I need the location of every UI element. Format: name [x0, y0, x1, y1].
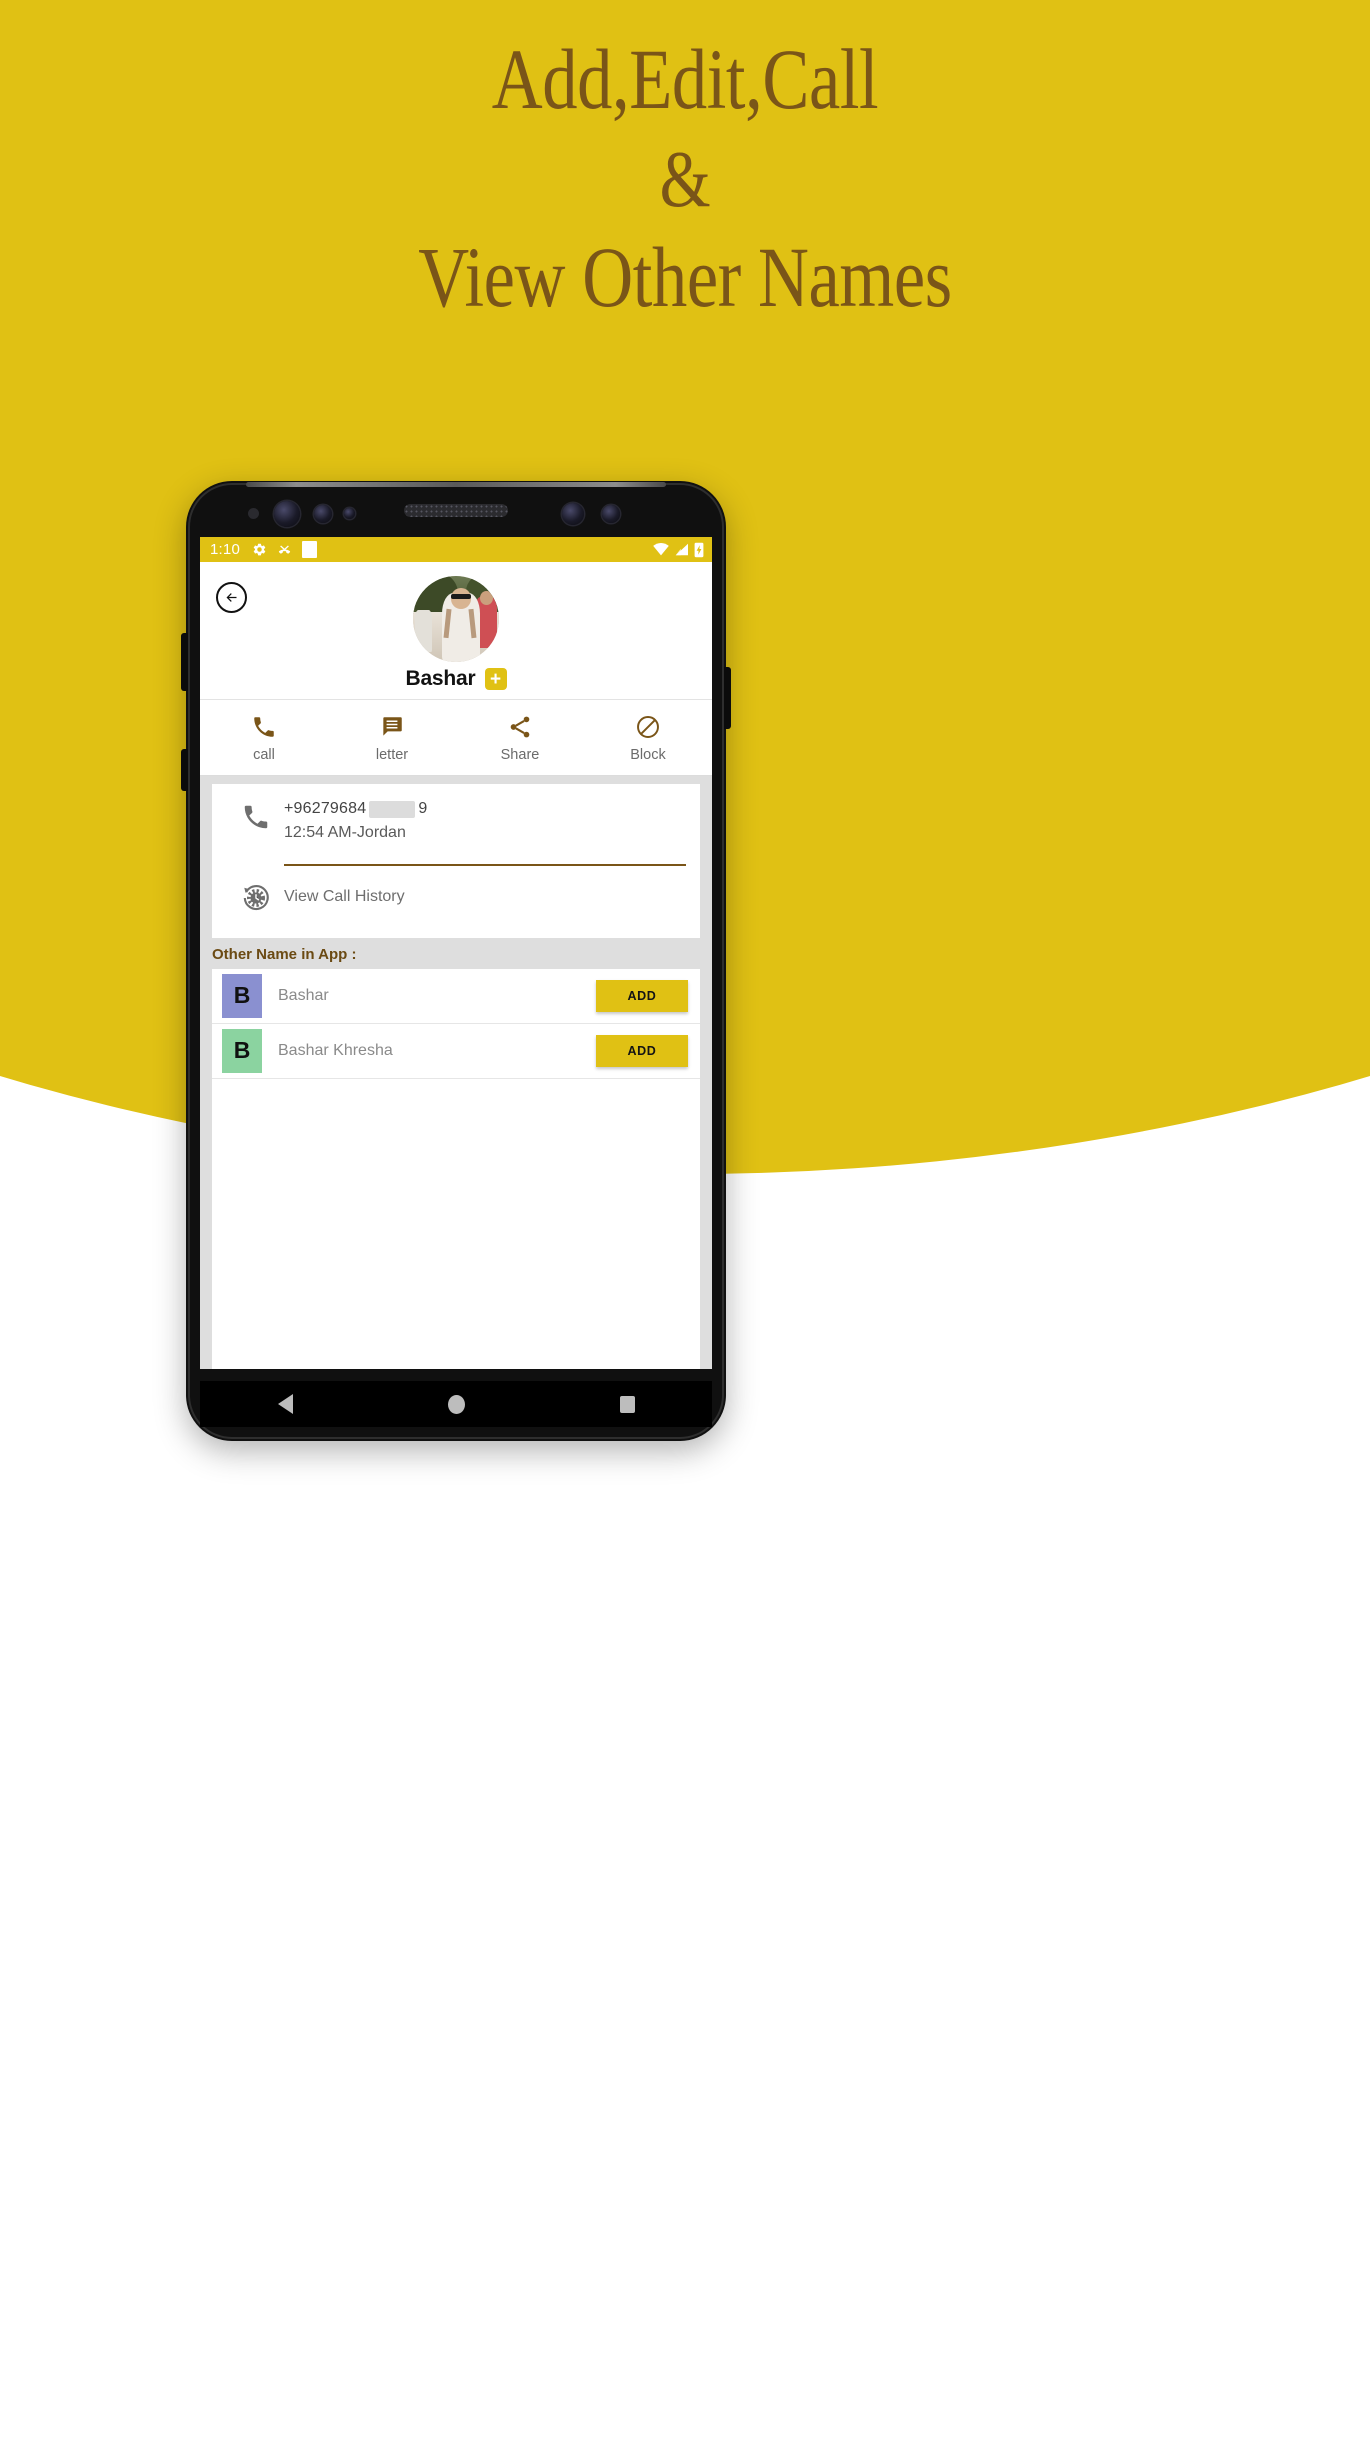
status-right-icons — [653, 542, 704, 558]
volume-up-button[interactable] — [181, 633, 188, 691]
list-empty-area — [212, 1078, 700, 1369]
nav-home-icon[interactable] — [447, 1394, 465, 1414]
ambient-sensor-icon — [602, 505, 620, 523]
action-block-label: Block — [630, 747, 666, 763]
share-icon — [510, 716, 530, 738]
contact-details-section: +96279684 9 12:54 AM-Jordan View Call Hi… — [200, 776, 712, 938]
nav-recents-icon[interactable] — [619, 1395, 635, 1413]
promo-screenshot: Add,Edit,Call & View Other Names 1:10 Ba… — [0, 0, 1370, 2446]
action-letter-label: letter — [375, 747, 409, 763]
back-button[interactable] — [216, 582, 247, 613]
phone-screen: 1:10 Bashar + call letter Share Block +9… — [200, 537, 712, 1369]
phone-number-redaction — [369, 800, 416, 818]
message-icon — [383, 717, 402, 736]
iris-scanner-icon — [314, 505, 332, 523]
list-item[interactable]: B Bashar Khresha ADD — [212, 1023, 700, 1079]
phone-top-antenna-strip — [246, 482, 666, 487]
volume-down-button[interactable] — [181, 749, 188, 791]
proximity-sensor-icon — [344, 508, 355, 519]
contact-action-row: call letter Share Block — [200, 700, 712, 776]
phone-number-prefix: +96279684 — [284, 800, 367, 817]
action-share-button[interactable]: Share — [456, 714, 584, 763]
other-names-section-title: Other Name in App : — [200, 937, 712, 969]
white-square-icon — [302, 541, 317, 558]
power-button[interactable] — [724, 667, 731, 729]
headline-line-3: View Other Names — [418, 229, 952, 325]
secondary-camera-icon — [562, 503, 584, 525]
headline-line-2: & — [659, 136, 711, 224]
promo-headline: Add,Edit,Call & View Other Names — [0, 28, 1370, 320]
action-share-label: Share — [500, 747, 540, 763]
add-button[interactable]: ADD — [596, 1034, 688, 1067]
contact-photo — [413, 576, 499, 662]
add-button[interactable]: ADD — [596, 979, 688, 1012]
phone-number: +96279684 9 — [284, 800, 686, 818]
view-call-history-row[interactable]: View Call History — [212, 866, 700, 934]
wifi-icon — [653, 543, 669, 556]
led-indicator-icon — [248, 508, 259, 519]
phone-number-suffix: 9 — [418, 800, 428, 817]
list-item[interactable]: B Bashar ADD — [212, 968, 700, 1024]
status-left-icons — [252, 541, 317, 558]
action-letter-button[interactable]: letter — [328, 714, 456, 763]
view-call-history-label: View Call History — [284, 887, 405, 905]
status-time: 1:10 — [210, 541, 240, 558]
battery-charging-icon — [694, 542, 704, 557]
contact-initial-avatar: B — [222, 973, 262, 1018]
action-call-label: call — [253, 747, 275, 763]
phone-mockup: 1:10 Bashar + call letter Share Block +9… — [181, 481, 731, 1441]
action-block-button[interactable]: Block — [584, 714, 712, 763]
call-history-icon — [243, 884, 269, 910]
avatar[interactable] — [413, 576, 499, 662]
phone-number-row[interactable]: +96279684 9 12:54 AM-Jordan — [212, 784, 700, 854]
list-item-name: Bashar Khresha — [278, 1041, 393, 1059]
signal-icon — [675, 543, 688, 556]
missed-call-icon — [278, 545, 291, 554]
android-nav-bar — [200, 1381, 712, 1427]
phone-icon — [254, 717, 274, 737]
earpiece-speaker — [404, 504, 508, 517]
contact-header: Bashar + — [200, 562, 712, 700]
front-camera-icon — [274, 501, 300, 527]
status-bar: 1:10 — [200, 537, 712, 562]
phone-icon — [244, 805, 268, 829]
app-content: Bashar + call letter Share Block +962796… — [200, 562, 712, 1369]
phone-number-subtitle: 12:54 AM-Jordan — [284, 824, 406, 841]
contact-details-card: +96279684 9 12:54 AM-Jordan View Call Hi… — [212, 784, 700, 938]
action-call-button[interactable]: call — [200, 714, 328, 763]
add-contact-badge-button[interactable]: + — [484, 668, 507, 690]
other-names-list: B Bashar ADD B Bashar Khresha ADD — [200, 968, 712, 1369]
phone-top-bezel — [186, 491, 726, 533]
headline-line-1: Add,Edit,Call — [491, 31, 879, 127]
page-title: Bashar — [405, 667, 476, 690]
back-arrow-icon — [226, 593, 237, 602]
gear-icon — [253, 543, 266, 556]
list-item-name: Bashar — [278, 986, 329, 1004]
nav-back-icon[interactable] — [277, 1394, 293, 1414]
block-icon — [637, 716, 659, 738]
contact-initial-avatar: B — [222, 1028, 262, 1073]
contact-name-row: Bashar + — [200, 667, 712, 691]
